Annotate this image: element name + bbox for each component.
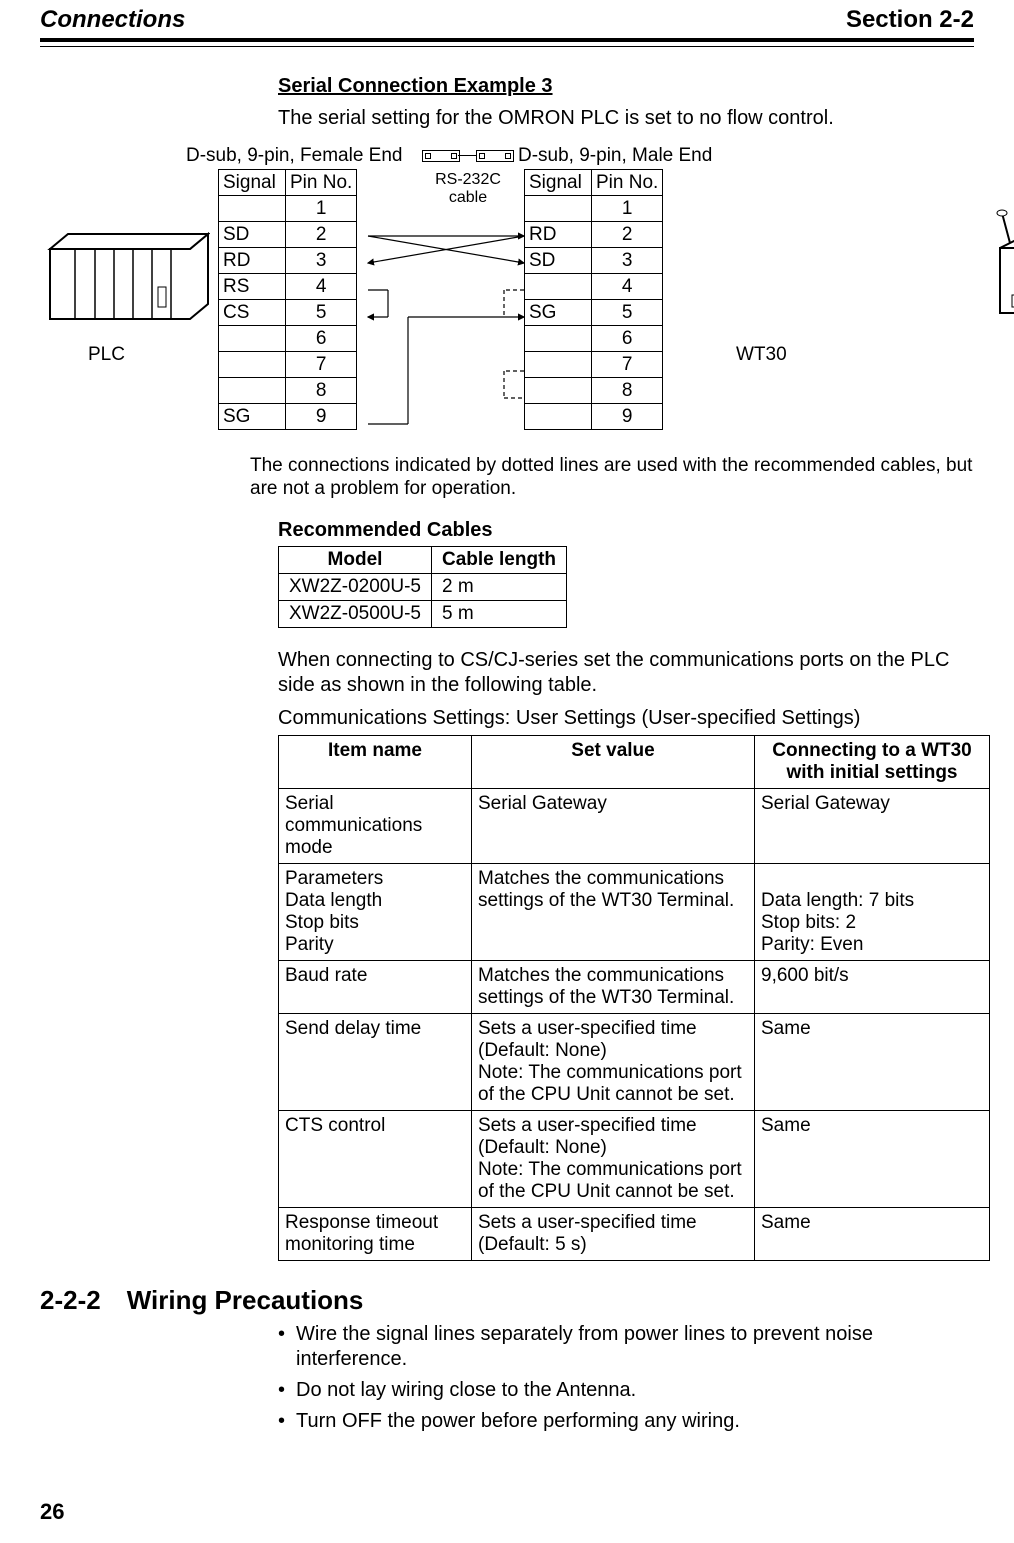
serial-example-heading: Serial Connection Example 3 (278, 75, 974, 98)
plc-label: PLC (88, 344, 125, 366)
s5-conn: Same (755, 1207, 990, 1260)
l6p: 6 (286, 326, 357, 352)
s4-conn: Same (755, 1110, 990, 1207)
s4-set: Sets a user-specified time (Default: Non… (472, 1110, 755, 1207)
right-col-signal: Signal (525, 170, 592, 196)
wt30-icon (982, 203, 1014, 333)
rec-col-model: Model (279, 546, 432, 573)
s3-conn: Same (755, 1013, 990, 1110)
s3-item: Send delay time (279, 1013, 472, 1110)
s0-conn: Serial Gateway (755, 788, 990, 863)
wt30-label: WT30 (736, 344, 787, 366)
recommended-cables-table: Model Cable length XW2Z-0200U-5 2 m XW2Z… (278, 546, 567, 628)
rec-0-length: 2 m (432, 573, 567, 600)
s0-item: Serial communications mode (279, 788, 472, 863)
wiring-precautions-heading: 2-2-2 Wiring Precautions (40, 1285, 974, 1316)
wiring-diagram: D-sub, 9-pin, Female End D-sub, 9-pin, M… (208, 149, 974, 449)
left-col-signal: Signal (219, 170, 286, 196)
rec-1-model: XW2Z-0500U-5 (279, 600, 432, 627)
l2s: SD (219, 222, 286, 248)
r6s (525, 326, 592, 352)
page-number: 26 (40, 1499, 64, 1525)
r2p: 2 (592, 222, 663, 248)
connector-left-icon (422, 150, 460, 162)
s2-conn: 9,600 bit/s (755, 960, 990, 1013)
cable-label: RS-232C cable (423, 171, 513, 206)
s4-item: CTS control (279, 1110, 472, 1207)
set-col-item: Item name (279, 735, 472, 788)
connector-right-icon (476, 150, 514, 162)
r9s (525, 404, 592, 430)
set-col-conn: Connecting to a WT30 with initial settin… (755, 735, 990, 788)
rec-col-length: Cable length (432, 546, 567, 573)
l5s: CS (219, 300, 286, 326)
rec-0-model: XW2Z-0200U-5 (279, 573, 432, 600)
recommended-cables-heading: Recommended Cables (278, 519, 974, 542)
r9p: 9 (592, 404, 663, 430)
r4s (525, 274, 592, 300)
plc-icon (40, 209, 210, 339)
settings-intro1: When connecting to CS/CJ-series set the … (278, 648, 974, 698)
precaution-1: Do not lay wiring close to the Antenna. (278, 1378, 974, 1403)
s1-set: Matches the communications settings of t… (472, 863, 755, 960)
dotted-line-note: The connections indicated by dotted line… (250, 455, 974, 501)
male-end-label: D-sub, 9-pin, Male End (518, 145, 712, 167)
s0-set: Serial Gateway (472, 788, 755, 863)
s3-set: Sets a user-specified time (Default: Non… (472, 1013, 755, 1110)
r1s (525, 196, 592, 222)
l3s: RD (219, 248, 286, 274)
l3p: 3 (286, 248, 357, 274)
header-right: Section 2-2 (846, 6, 974, 34)
pin-table-right: Signal Pin No. 1 RD2 SD3 4 SG5 6 7 8 9 (524, 169, 663, 430)
r8p: 8 (592, 378, 663, 404)
l6s (219, 326, 286, 352)
l2p: 2 (286, 222, 357, 248)
l1p: 1 (286, 196, 357, 222)
l4p: 4 (286, 274, 357, 300)
s2-item: Baud rate (279, 960, 472, 1013)
l7s (219, 352, 286, 378)
serial-intro: The serial setting for the OMRON PLC is … (278, 106, 974, 131)
pin-table-left: Signal Pin No. 1 SD2 RD3 RS4 CS5 6 7 8 S… (218, 169, 357, 430)
right-col-pin: Pin No. (592, 170, 663, 196)
l8p: 8 (286, 378, 357, 404)
r7p: 7 (592, 352, 663, 378)
wiring-precautions-list: Wire the signal lines separately from po… (278, 1322, 974, 1434)
r5s: SG (525, 300, 592, 326)
r8s (525, 378, 592, 404)
l4s: RS (219, 274, 286, 300)
precaution-0: Wire the signal lines separately from po… (278, 1322, 974, 1372)
l7p: 7 (286, 352, 357, 378)
s1-item: Parameters Data length Stop bits Parity (279, 863, 472, 960)
settings-table: Item name Set value Connecting to a WT30… (278, 735, 990, 1261)
r6p: 6 (592, 326, 663, 352)
page-header: Connections Section 2-2 (40, 0, 974, 34)
header-rule (40, 38, 974, 47)
left-col-pin: Pin No. (286, 170, 357, 196)
rec-1-length: 5 m (432, 600, 567, 627)
l1s (219, 196, 286, 222)
r7s (525, 352, 592, 378)
precaution-2: Turn OFF the power before performing any… (278, 1409, 974, 1434)
s2-set: Matches the communications settings of t… (472, 960, 755, 1013)
l5p: 5 (286, 300, 357, 326)
header-left: Connections (40, 6, 185, 34)
female-end-label: D-sub, 9-pin, Female End (186, 145, 403, 167)
l9p: 9 (286, 404, 357, 430)
r3s: SD (525, 248, 592, 274)
s1-conn: Data length: 7 bits Stop bits: 2 Parity:… (755, 863, 990, 960)
r2s: RD (525, 222, 592, 248)
r1p: 1 (592, 196, 663, 222)
s5-item: Response timeout monitoring time (279, 1207, 472, 1260)
set-col-set: Set value (472, 735, 755, 788)
s5-set: Sets a user-specified time (Default: 5 s… (472, 1207, 755, 1260)
r5p: 5 (592, 300, 663, 326)
l9s: SG (219, 404, 286, 430)
r3p: 3 (592, 248, 663, 274)
cable-line (458, 155, 476, 156)
l8s (219, 378, 286, 404)
settings-intro2: Communications Settings: User Settings (… (278, 706, 974, 731)
r4p: 4 (592, 274, 663, 300)
